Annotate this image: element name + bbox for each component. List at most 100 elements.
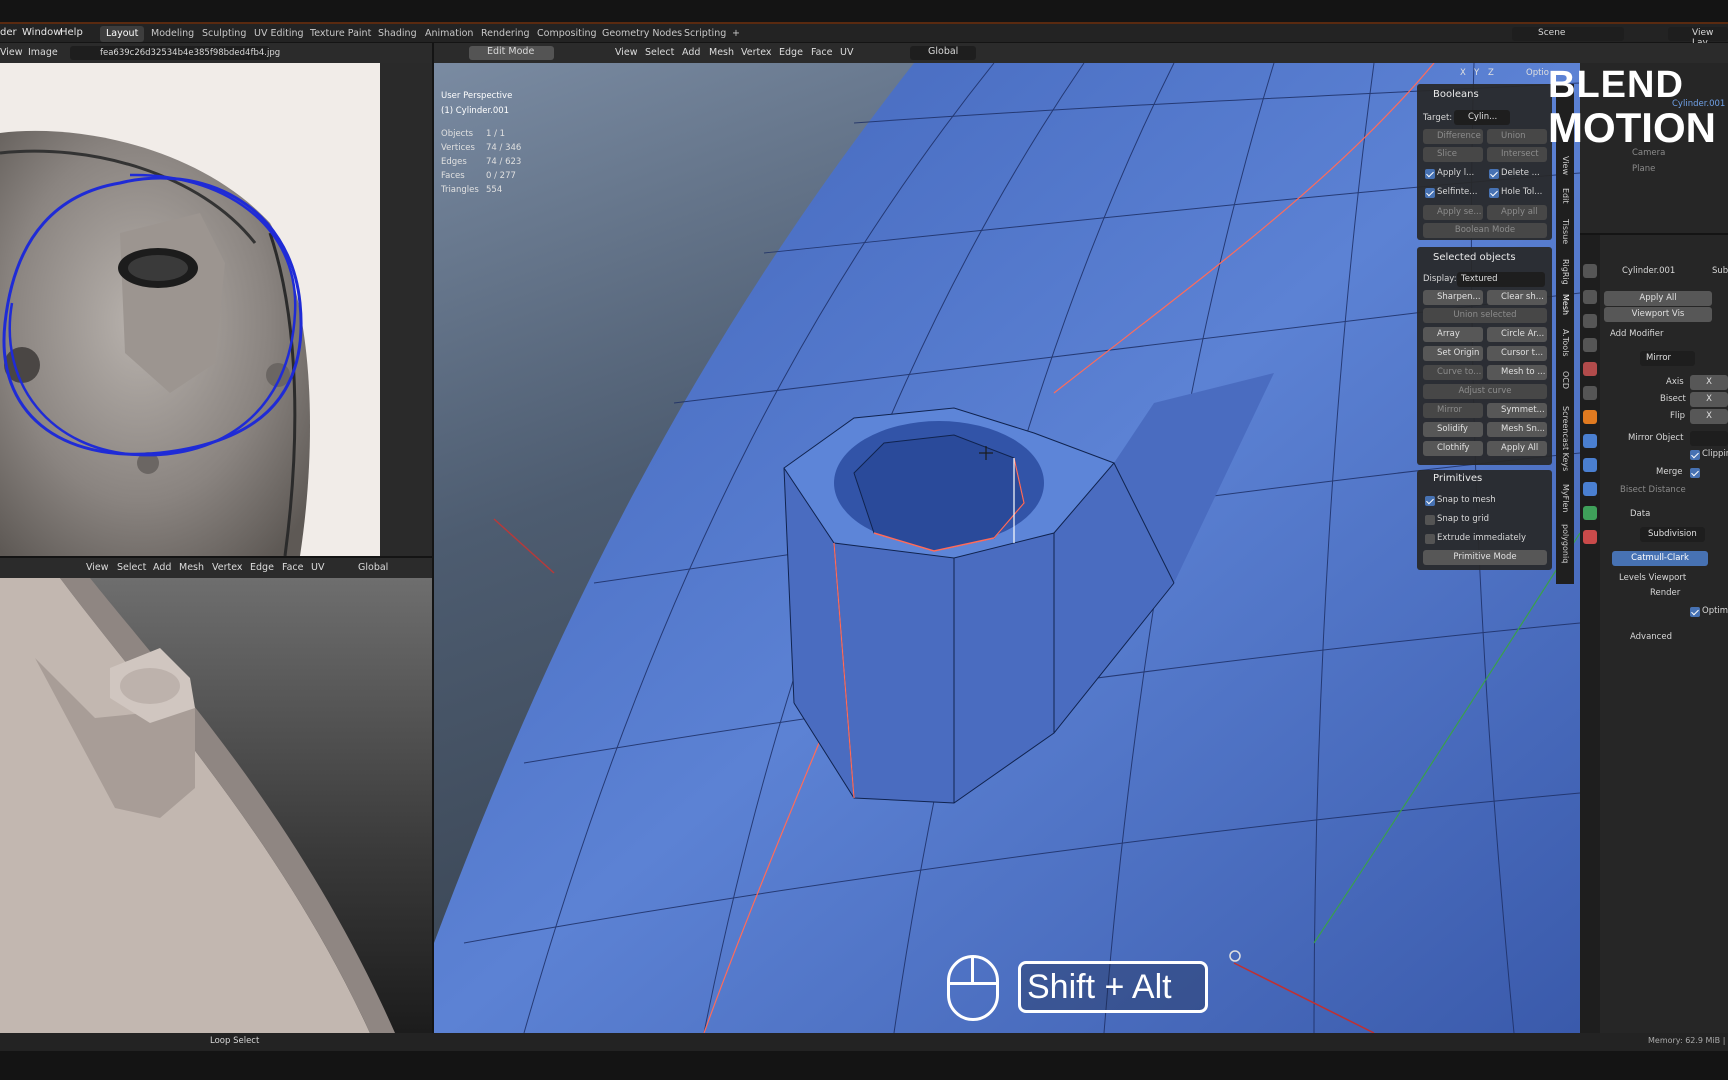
scene-selector[interactable]: Scene bbox=[1512, 27, 1624, 41]
booleans-title[interactable]: Booleans bbox=[1433, 89, 1479, 100]
object-tab-icon[interactable] bbox=[1583, 410, 1597, 424]
edge-menu[interactable]: Edge bbox=[779, 46, 803, 60]
catmull-clark-button[interactable]: Catmull-Clark bbox=[1612, 551, 1708, 566]
small-add-menu[interactable]: Add bbox=[153, 561, 171, 575]
mirror-bisect-x[interactable]: X bbox=[1690, 392, 1728, 407]
tab-sculpting[interactable]: Sculpting bbox=[196, 26, 252, 42]
mirror-modifier-name[interactable]: Mirror bbox=[1640, 351, 1695, 366]
render-tab-icon[interactable] bbox=[1583, 290, 1597, 304]
vertex-menu[interactable]: Vertex bbox=[741, 46, 772, 60]
sharpen-button[interactable]: Sharpen... bbox=[1423, 290, 1483, 305]
small-select-menu[interactable]: Select bbox=[117, 561, 146, 575]
uv-menu[interactable]: UV bbox=[840, 46, 853, 60]
clothify-button[interactable]: Clothify bbox=[1423, 441, 1483, 456]
tab-rigrig[interactable]: RigRig bbox=[1561, 259, 1570, 285]
small-edge-menu[interactable]: Edge bbox=[250, 561, 274, 575]
array-button[interactable]: Array bbox=[1423, 327, 1483, 342]
tab-mesh[interactable]: Mesh bbox=[1561, 294, 1570, 315]
target-field[interactable]: Cylin... bbox=[1454, 110, 1510, 125]
outliner-item-plane[interactable]: Plane bbox=[1632, 164, 1655, 174]
mesh-snap-button[interactable]: Mesh Sn... bbox=[1487, 422, 1547, 437]
union-button[interactable]: Union bbox=[1487, 129, 1547, 144]
solidify-button[interactable]: Solidify bbox=[1423, 422, 1483, 437]
tab-myflen[interactable]: MyFlen bbox=[1561, 484, 1570, 512]
data-tab-icon[interactable] bbox=[1583, 506, 1597, 520]
tab-edit[interactable]: Edit bbox=[1561, 188, 1570, 204]
apply-l-checkbox[interactable] bbox=[1425, 169, 1435, 179]
tab-shading[interactable]: Shading bbox=[372, 26, 423, 42]
mesh-to-button[interactable]: Mesh to ... bbox=[1487, 365, 1547, 380]
selected-objects-title[interactable]: Selected objects bbox=[1433, 252, 1516, 263]
face-menu[interactable]: Face bbox=[811, 46, 832, 60]
small-transform-orientation[interactable]: Global bbox=[358, 561, 388, 575]
mirror-x-button[interactable]: X bbox=[1460, 68, 1466, 78]
tab-scripting[interactable]: Scripting bbox=[678, 26, 732, 42]
tab-modeling[interactable]: Modeling bbox=[145, 26, 200, 42]
symmetrize-button[interactable]: Symmet... bbox=[1487, 403, 1547, 418]
selfinte-checkbox[interactable] bbox=[1425, 188, 1435, 198]
add-workspace-button[interactable]: + bbox=[726, 26, 746, 42]
mesh-menu[interactable]: Mesh bbox=[709, 46, 734, 60]
subdivision-modifier-name[interactable]: Subdivision bbox=[1640, 527, 1705, 542]
modifier-tab-icon[interactable] bbox=[1583, 434, 1597, 448]
mirror-tool-button[interactable]: Mirror bbox=[1423, 403, 1483, 418]
tab-texture-paint[interactable]: Texture Paint bbox=[304, 26, 377, 42]
tab-screencast-keys[interactable]: Screencast Keys bbox=[1561, 406, 1570, 471]
union-selected-button[interactable]: Union selected bbox=[1423, 308, 1547, 323]
tab-tissue[interactable]: Tissue bbox=[1561, 219, 1570, 244]
merge-checkbox[interactable] bbox=[1690, 468, 1700, 478]
snap-to-mesh-checkbox[interactable] bbox=[1425, 496, 1435, 506]
mirror-object-field[interactable] bbox=[1690, 431, 1728, 446]
set-origin-button[interactable]: Set Origin bbox=[1423, 346, 1483, 361]
material-tab-icon[interactable] bbox=[1583, 530, 1597, 544]
small-mesh-menu[interactable]: Mesh bbox=[179, 561, 204, 575]
tab-layout[interactable]: Layout bbox=[100, 26, 145, 42]
small-viewport[interactable] bbox=[0, 578, 432, 1033]
select-menu[interactable]: Select bbox=[645, 46, 674, 60]
delete-checkbox[interactable] bbox=[1489, 169, 1499, 179]
apply-all-selected-button[interactable]: Apply All bbox=[1487, 441, 1547, 456]
tab-geometry-nodes[interactable]: Geometry Nodes bbox=[596, 26, 688, 42]
tab-polygoniq[interactable]: polygoniq bbox=[1561, 524, 1570, 563]
mirror-z-button[interactable]: Z bbox=[1488, 68, 1494, 78]
tab-view[interactable]: View bbox=[1561, 156, 1570, 175]
scene-tab-icon[interactable] bbox=[1583, 362, 1597, 376]
snap-to-grid-checkbox[interactable] bbox=[1425, 515, 1435, 525]
mirror-data-section[interactable]: Data bbox=[1630, 509, 1650, 519]
circle-array-button[interactable]: Circle Ar... bbox=[1487, 327, 1547, 342]
view-menu[interactable]: View bbox=[615, 46, 638, 60]
primitive-mode-button[interactable]: Primitive Mode bbox=[1423, 550, 1547, 565]
menu-window[interactable]: Window bbox=[22, 27, 61, 38]
mirror-y-button[interactable]: Y bbox=[1474, 68, 1479, 78]
hole-tol-checkbox[interactable] bbox=[1489, 188, 1499, 198]
small-face-menu[interactable]: Face bbox=[282, 561, 303, 575]
world-tab-icon[interactable] bbox=[1583, 386, 1597, 400]
slice-button[interactable]: Slice bbox=[1423, 147, 1483, 162]
add-menu[interactable]: Add bbox=[682, 46, 700, 60]
clear-sharp-button[interactable]: Clear sh... bbox=[1487, 290, 1547, 305]
mirror-flip-x[interactable]: X bbox=[1690, 409, 1728, 424]
boolean-mode-button[interactable]: Boolean Mode bbox=[1423, 223, 1547, 238]
tab-compositing[interactable]: Compositing bbox=[531, 26, 603, 42]
difference-button[interactable]: Difference bbox=[1423, 129, 1483, 144]
physics-tab-icon[interactable] bbox=[1583, 482, 1597, 496]
curve-to-button[interactable]: Curve to... bbox=[1423, 365, 1483, 380]
small-uv-menu[interactable]: UV bbox=[311, 561, 324, 575]
apply-se-button[interactable]: Apply se... bbox=[1423, 205, 1483, 220]
tab-uv-editing[interactable]: UV Editing bbox=[248, 26, 310, 42]
tab-ocd[interactable]: OCD bbox=[1561, 371, 1570, 389]
display-select[interactable]: Textured bbox=[1457, 272, 1545, 287]
view-layer-selector[interactable]: View Lay bbox=[1668, 27, 1728, 48]
menu-help[interactable]: Help bbox=[60, 27, 83, 38]
apply-all-modifiers-button[interactable]: Apply All bbox=[1604, 291, 1712, 306]
clipping-checkbox[interactable] bbox=[1690, 450, 1700, 460]
tab-animation[interactable]: Animation bbox=[419, 26, 479, 42]
image-filename-field[interactable]: fea639c26d32534b4e385f98bded4fb4.jpg bbox=[70, 46, 280, 60]
particles-tab-icon[interactable] bbox=[1583, 458, 1597, 472]
primitives-title[interactable]: Primitives bbox=[1433, 473, 1482, 484]
add-modifier-button[interactable]: Add Modifier bbox=[1610, 329, 1664, 339]
intersect-button[interactable]: Intersect bbox=[1487, 147, 1547, 162]
view-layer-tab-icon[interactable] bbox=[1583, 338, 1597, 352]
transform-orientation[interactable]: Global bbox=[910, 46, 976, 60]
mode-selector[interactable]: Edit Mode bbox=[469, 46, 554, 60]
